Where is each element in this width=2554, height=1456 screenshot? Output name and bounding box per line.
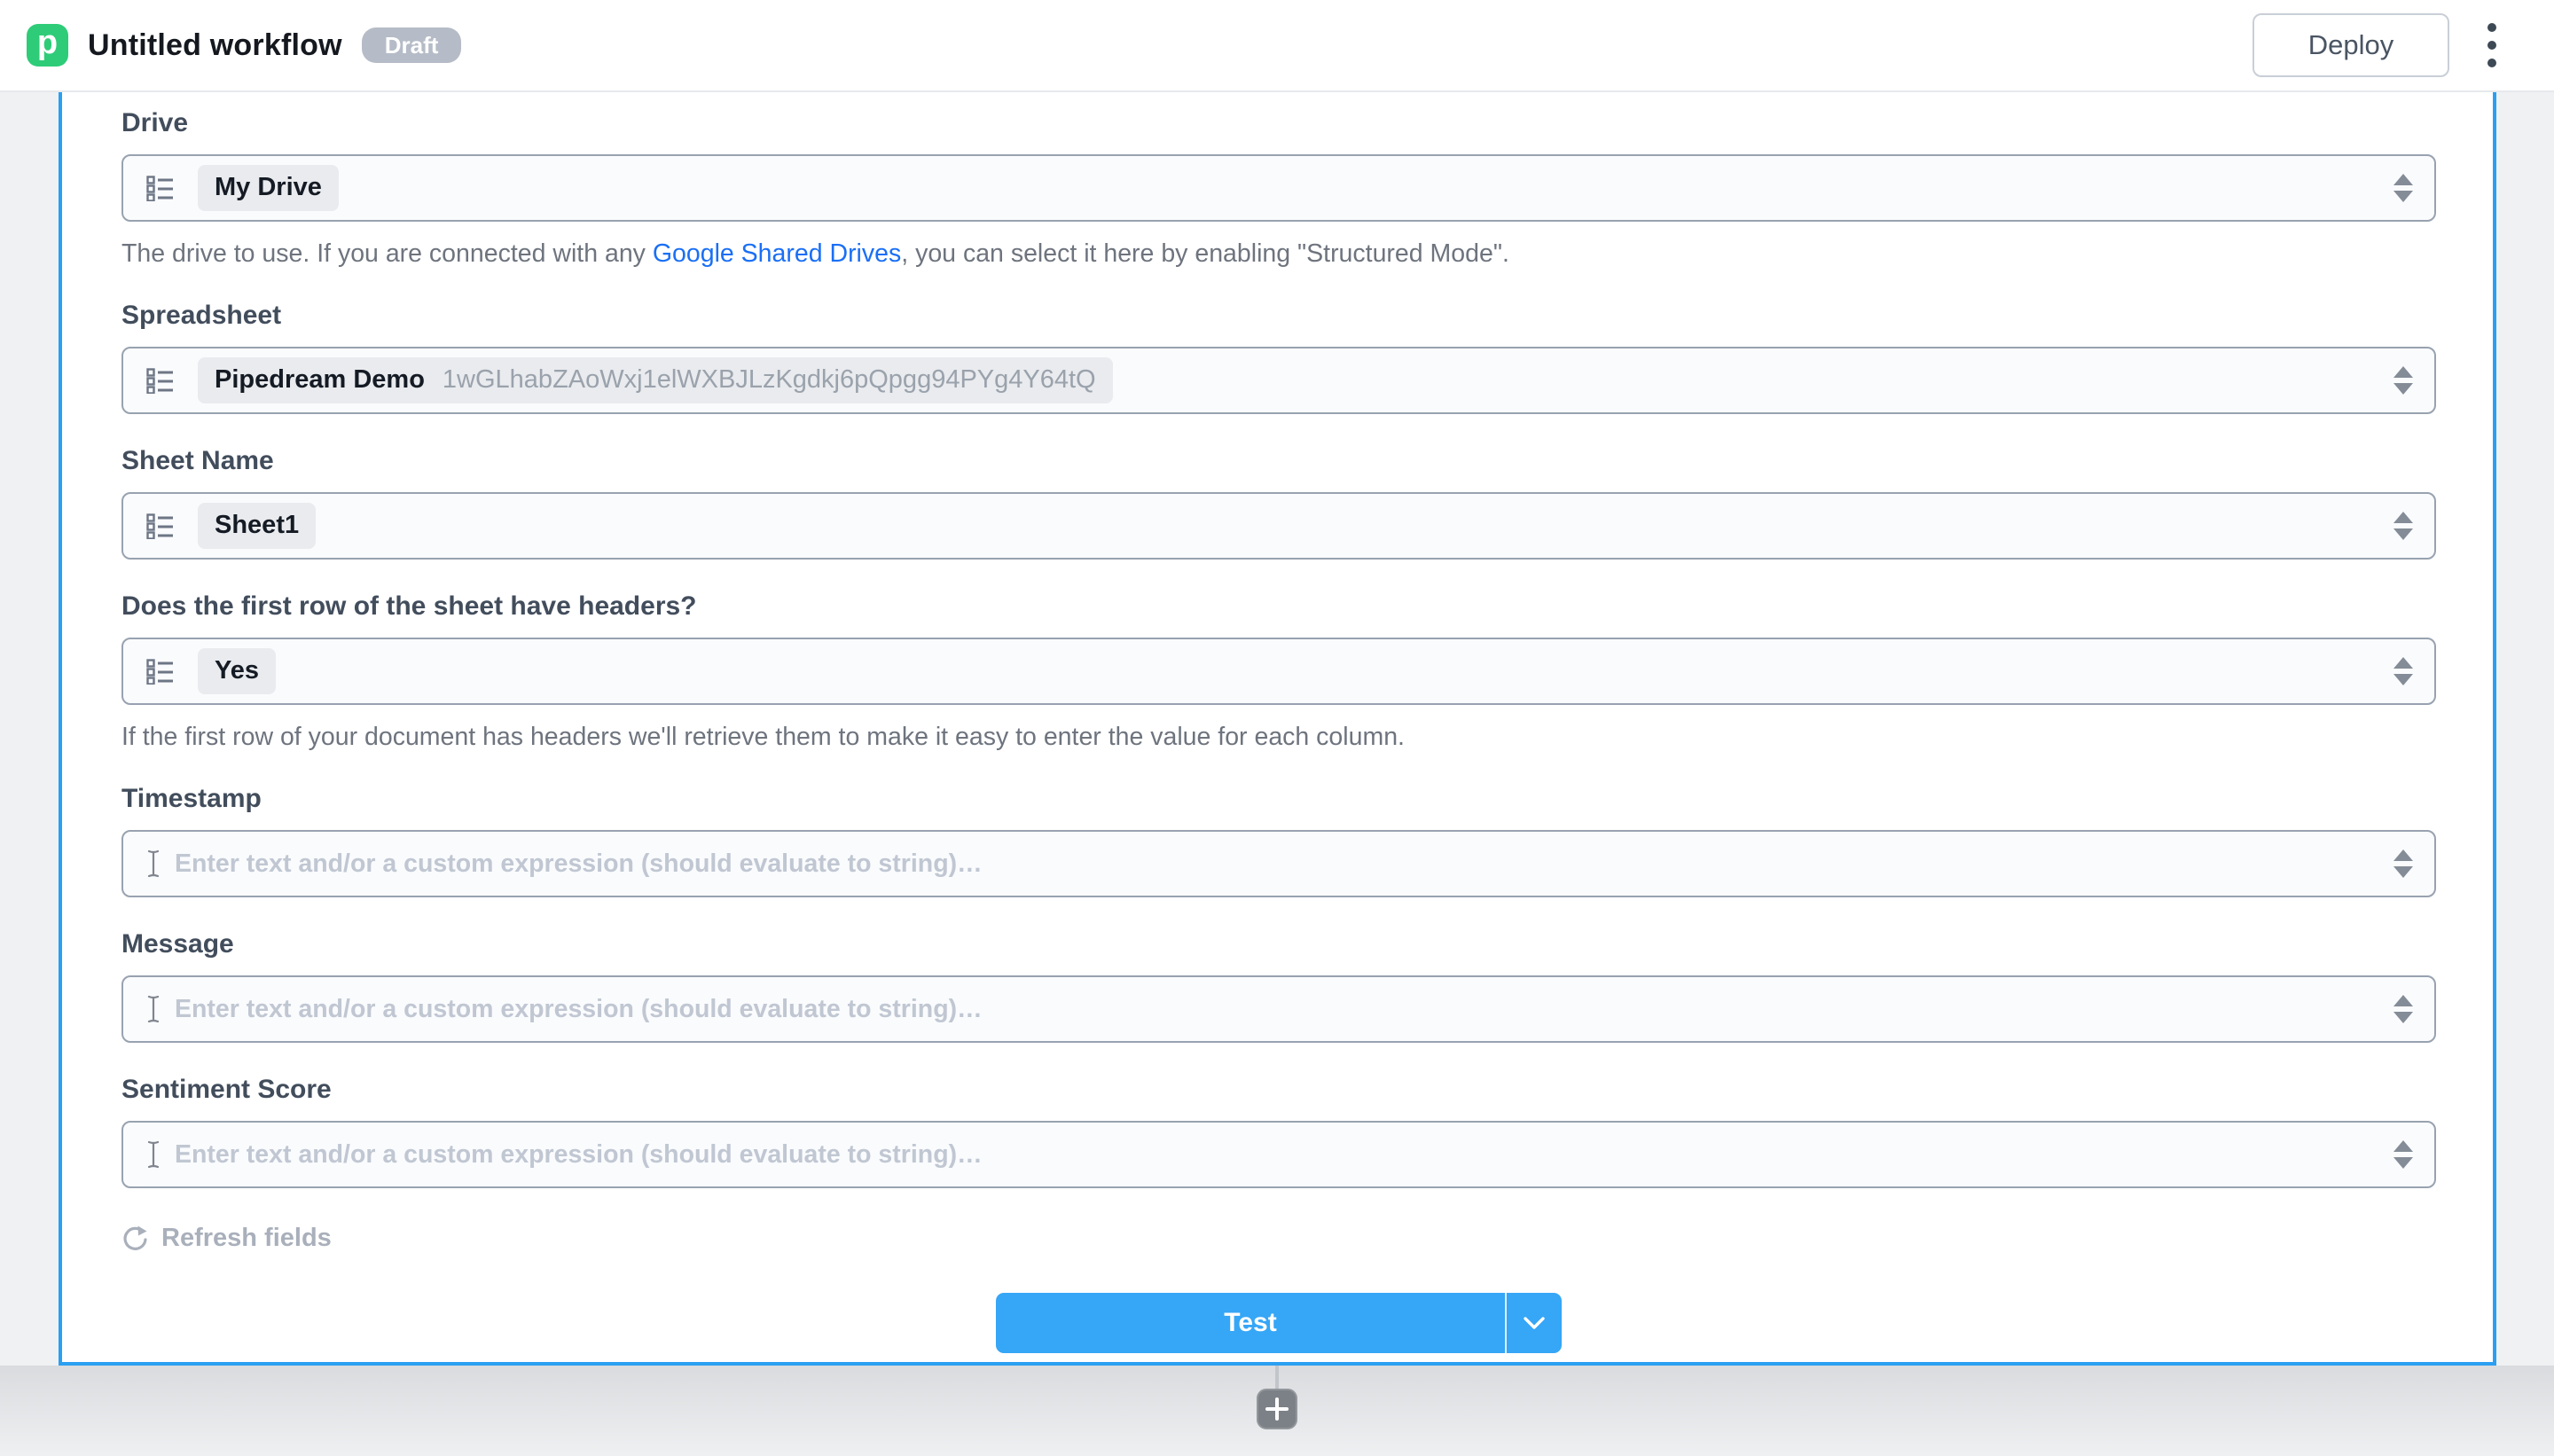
sentiment-score-input-control[interactable] [121,1121,2436,1188]
text-cursor-icon [146,995,161,1023]
up-down-arrows-icon [2392,172,2415,204]
plus-icon [1265,1397,1289,1421]
test-button[interactable]: Test [996,1293,1507,1353]
timestamp-label: Timestamp [121,784,2436,814]
drive-label: Drive [121,108,2436,138]
step-config-card: Drive My Drive The drive to [59,92,2496,1366]
list-icon [146,175,174,201]
spreadsheet-value-chip: Pipedream Demo 1wGLhabZAoWxj1elWXBJLzKgd… [198,357,1113,403]
drive-help-before: The drive to use. If you are connected w… [121,239,653,268]
test-button-row: Test [121,1293,2436,1353]
has-headers-select[interactable]: Yes [121,638,2436,705]
text-cursor-icon [146,1140,161,1169]
up-down-arrows-icon [2392,993,2415,1025]
workflow-title[interactable]: Untitled workflow [88,28,342,63]
add-step-button[interactable] [1257,1389,1297,1429]
sheet-name-label: Sheet Name [121,446,2436,476]
chevron-down-icon [1523,1316,1546,1330]
drive-help-after: , you can select it here by enabling "St… [901,239,1509,268]
deploy-button[interactable]: Deploy [2252,13,2449,77]
drive-select[interactable]: My Drive [121,154,2436,222]
message-label: Message [121,929,2436,959]
pipedream-logo[interactable]: p [27,24,68,67]
sheet-name-select[interactable]: Sheet1 [121,492,2436,560]
status-badge: Draft [362,27,462,63]
timestamp-input-control[interactable] [121,830,2436,897]
test-split-button: Test [996,1293,1562,1353]
spreadsheet-label: Spreadsheet [121,301,2436,331]
field-message: Message [121,929,2436,1043]
field-timestamp: Timestamp [121,784,2436,897]
list-icon [146,513,174,539]
has-headers-help: If the first row of your document has he… [121,723,2436,752]
field-spreadsheet: Spreadsheet Pipedream Demo 1wGLhabZAoWxj… [121,301,2436,414]
refresh-fields-label: Refresh fields [161,1224,332,1253]
up-down-arrows-icon [2392,848,2415,880]
has-headers-value-chip: Yes [198,648,276,694]
message-input[interactable] [175,995,2372,1024]
spreadsheet-select[interactable]: Pipedream Demo 1wGLhabZAoWxj1elWXBJLzKgd… [121,347,2436,414]
up-down-arrows-icon [2392,655,2415,687]
workflow-canvas: Drive My Drive The drive to [0,92,2554,1456]
field-drive: Drive My Drive The drive to [121,108,2436,269]
spreadsheet-id: 1wGLhabZAoWxj1elWXBJLzKgdkj6pQpgg94PYg4Y… [443,366,1096,395]
text-cursor-icon [146,849,161,878]
sentiment-score-input[interactable] [175,1140,2372,1170]
drive-help: The drive to use. If you are connected w… [121,239,2436,269]
sheet-name-value-chip: Sheet1 [198,503,316,549]
test-options-button[interactable] [1507,1293,1562,1353]
refresh-fields-button[interactable]: Refresh fields [121,1224,332,1253]
kebab-menu-icon[interactable] [2480,15,2504,75]
logo-letter: p [37,24,58,62]
field-sheet-name: Sheet Name Sheet1 [121,446,2436,560]
field-sentiment-score: Sentiment Score [121,1075,2436,1188]
drive-value-chip: My Drive [198,165,339,211]
timestamp-input[interactable] [175,849,2372,879]
list-icon [146,658,174,685]
app-header: p Untitled workflow Draft Deploy [0,0,2554,92]
refresh-icon [121,1225,148,1253]
message-input-control[interactable] [121,975,2436,1043]
up-down-arrows-icon [2392,1139,2415,1170]
sentiment-score-label: Sentiment Score [121,1075,2436,1105]
up-down-arrows-icon [2392,364,2415,396]
google-shared-drives-link[interactable]: Google Shared Drives [653,239,901,268]
list-icon [146,367,174,394]
up-down-arrows-icon [2392,510,2415,542]
has-headers-label: Does the first row of the sheet have hea… [121,591,2436,622]
field-has-headers: Does the first row of the sheet have hea… [121,591,2436,752]
